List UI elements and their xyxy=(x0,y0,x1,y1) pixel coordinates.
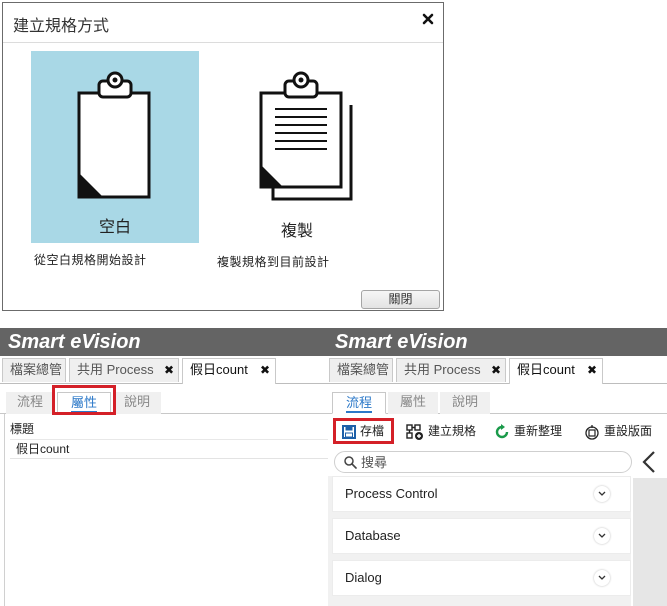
category-label: Process Control xyxy=(345,486,438,501)
category-process-control[interactable]: Process Control xyxy=(332,476,631,512)
reset-layout-icon xyxy=(585,424,599,440)
brand-title: Smart eVision xyxy=(0,328,328,356)
title-field[interactable]: 假日count xyxy=(10,439,328,459)
subtab-label: 流程 xyxy=(345,395,372,413)
save-icon xyxy=(342,424,356,439)
subtab-properties[interactable]: 屬性 xyxy=(388,392,438,414)
search-input[interactable] xyxy=(361,454,621,470)
document-tabs: 檔案總管 共用 Process ✖ 假日count ✖ xyxy=(0,358,328,384)
sub-tabs: 流程 屬性 說明 xyxy=(0,390,328,414)
tab-file-explorer[interactable]: 檔案總管 xyxy=(329,358,393,382)
category-label: Database xyxy=(345,528,401,543)
brand-title: Smart eVision xyxy=(328,328,667,356)
copy-option-label: 複製 xyxy=(280,223,313,240)
tab-label: 假日count xyxy=(190,362,248,377)
subtab-properties[interactable]: 屬性 xyxy=(57,392,111,414)
tab-file-explorer[interactable]: 檔案總管 xyxy=(2,358,66,382)
title-field-label: 標題 xyxy=(10,422,35,436)
clipboard-copy-icon xyxy=(259,71,353,201)
reset-layout-button[interactable]: 重設版面 xyxy=(584,417,652,445)
divider xyxy=(4,414,5,606)
category-dialog[interactable]: Dialog xyxy=(332,560,631,596)
tab-holiday-count[interactable]: 假日count ✖ xyxy=(509,358,603,384)
save-button[interactable]: 存檔 xyxy=(342,417,384,445)
subtab-description[interactable]: 說明 xyxy=(440,392,490,414)
document-tabs: 檔案總管 共用 Process ✖ 假日count ✖ xyxy=(328,358,667,384)
category-label: Dialog xyxy=(345,570,382,585)
tab-label: 共用 Process xyxy=(404,362,481,377)
chevron-down-icon[interactable] xyxy=(594,486,610,502)
tab-shared-process[interactable]: 共用 Process ✖ xyxy=(69,358,179,382)
chevron-down-icon[interactable] xyxy=(594,528,610,544)
close-tab-icon[interactable]: ✖ xyxy=(260,359,270,381)
search-box xyxy=(334,451,632,473)
category-database[interactable]: Database xyxy=(332,518,631,554)
subtab-description[interactable]: 說明 xyxy=(113,392,161,414)
right-panel: Smart eVision 檔案總管 共用 Process ✖ 假日count … xyxy=(328,328,667,606)
add-structure-icon xyxy=(406,424,423,440)
reset-layout-label: 重設版面 xyxy=(604,424,653,438)
blank-option-label: 空白 xyxy=(98,219,131,236)
tab-holiday-count[interactable]: 假日count ✖ xyxy=(182,358,276,384)
search-icon xyxy=(344,456,357,469)
refresh-label: 重新整理 xyxy=(514,424,563,438)
dialog-header: 建立規格方式 xyxy=(3,3,443,43)
blank-option-description: 從空白規格開始設計 xyxy=(34,253,147,267)
copy-option-description: 複製規格到目前設計 xyxy=(217,255,330,269)
side-panel-strip xyxy=(633,478,667,606)
chevron-left-icon[interactable] xyxy=(634,446,664,478)
tab-label: 共用 Process xyxy=(77,362,154,377)
create-spec-button[interactable]: 建立規格 xyxy=(406,417,476,445)
category-list: Process Control Database Dialog xyxy=(328,476,631,606)
create-spec-dialog: 建立規格方式 空白 複製 從空白規格開始設計 複製規格到目前設計 關閉 xyxy=(2,2,444,311)
subtab-flow[interactable]: 流程 xyxy=(332,392,386,414)
copy-option[interactable]: 複製 xyxy=(213,51,381,243)
subtab-flow[interactable]: 流程 xyxy=(6,392,54,414)
blank-option[interactable]: 空白 xyxy=(31,51,199,243)
close-icon[interactable] xyxy=(421,12,435,26)
save-label: 存檔 xyxy=(360,424,385,438)
refresh-icon xyxy=(495,423,509,438)
tab-shared-process[interactable]: 共用 Process ✖ xyxy=(396,358,506,382)
create-spec-label: 建立規格 xyxy=(428,424,477,438)
chevron-down-icon[interactable] xyxy=(594,570,610,586)
refresh-button[interactable]: 重新整理 xyxy=(494,417,562,445)
dialog-title: 建立規格方式 xyxy=(13,18,110,35)
close-tab-icon[interactable]: ✖ xyxy=(587,359,597,381)
tab-label: 假日count xyxy=(517,362,575,377)
close-tab-icon[interactable]: ✖ xyxy=(164,359,174,381)
clipboard-blank-icon xyxy=(77,71,151,199)
left-panel: Smart eVision 檔案總管 共用 Process ✖ 假日count … xyxy=(0,328,328,606)
close-button[interactable]: 關閉 xyxy=(361,290,440,309)
close-tab-icon[interactable]: ✖ xyxy=(491,359,501,381)
sub-tabs: 流程 屬性 說明 xyxy=(328,390,667,414)
subtab-label: 屬性 xyxy=(70,395,97,413)
toolbar: 存檔 建立規格 重新整理 重設版面 xyxy=(328,417,667,445)
